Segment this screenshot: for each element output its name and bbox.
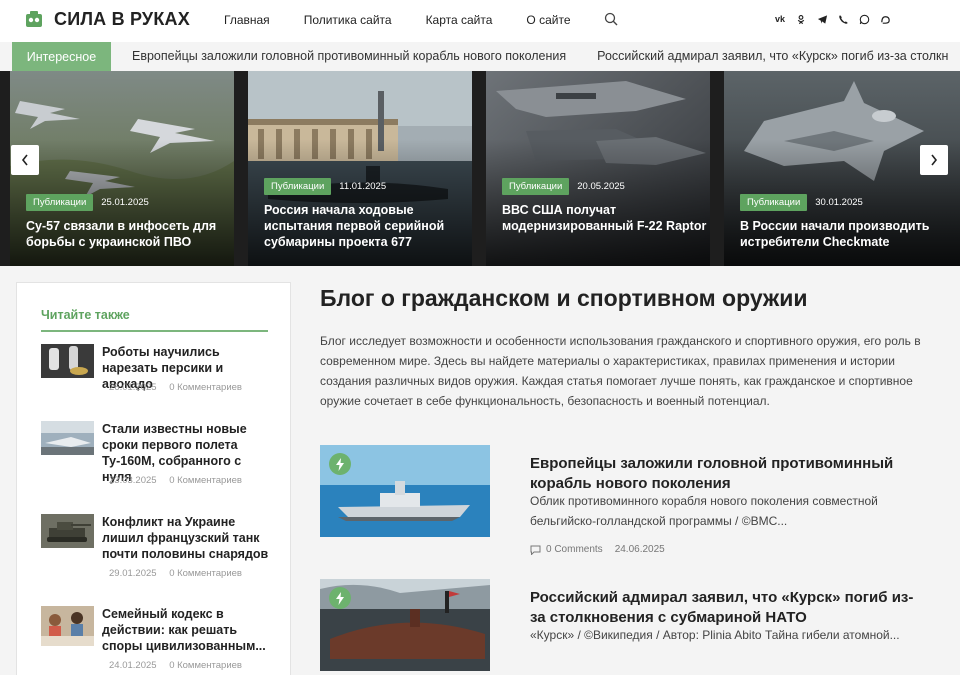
sidebar-divider bbox=[41, 330, 268, 332]
odnoklassniki-icon[interactable] bbox=[795, 13, 807, 25]
slide-meta: Публикации 20.05.2025 bbox=[502, 178, 625, 195]
slide-date: 20.05.2025 bbox=[577, 181, 625, 192]
post-meta: 0 Comments 24.06.2025 bbox=[530, 544, 665, 555]
thumb-robot bbox=[41, 344, 94, 378]
ticker-item[interactable]: Европейцы заложили головной противоминны… bbox=[132, 49, 566, 63]
side-item-meta: 26.01.2025 0 Комментариев bbox=[109, 382, 252, 393]
slide-title[interactable]: В России начали производить истребители … bbox=[740, 218, 945, 250]
side-item-date: 26.01.2025 bbox=[109, 382, 157, 393]
side-item-meta: 24.01.2025 0 Комментариев bbox=[109, 660, 252, 671]
nav-sitemap[interactable]: Карта сайта bbox=[426, 13, 493, 27]
side-item-comments[interactable]: 0 Комментариев bbox=[169, 382, 242, 393]
post-title[interactable]: Российский адмирал заявил, что «Курск» п… bbox=[530, 588, 920, 628]
thumb-family bbox=[41, 606, 94, 646]
thumb-hangar bbox=[41, 421, 94, 455]
post-card[interactable]: Российский адмирал заявил, что «Курск» п… bbox=[320, 579, 950, 675]
chevron-right-icon bbox=[931, 154, 938, 166]
category-badge[interactable]: Публикации bbox=[502, 178, 570, 195]
site-logo[interactable]: СИЛА В РУКАХ bbox=[24, 9, 190, 30]
post-comments-count: 0 Comments bbox=[546, 544, 603, 555]
slide-title[interactable]: ВВС США получат модернизированный F-22 R… bbox=[502, 202, 707, 234]
side-item-comments[interactable]: 0 Комментариев bbox=[169, 568, 242, 579]
post-title[interactable]: Европейцы заложили головной противоминны… bbox=[530, 454, 920, 494]
side-item-date: 24.01.2025 bbox=[109, 660, 157, 671]
post-date: 24.06.2025 bbox=[614, 544, 665, 555]
shield-logo-icon bbox=[26, 10, 42, 27]
max-icon[interactable] bbox=[879, 13, 891, 25]
slider-next-button[interactable] bbox=[920, 145, 948, 175]
slide-title[interactable]: Россия начала ходовые испытания первой с… bbox=[264, 202, 469, 250]
page-title: Блог о гражданском и спортивном оружии bbox=[320, 285, 808, 311]
main-nav: Главная Политика сайта Карта сайта О сай… bbox=[224, 13, 605, 27]
side-item-title[interactable]: Семейный кодекс в действии: как решать с… bbox=[102, 606, 272, 654]
slide-date: 11.01.2025 bbox=[339, 181, 387, 192]
social-links: vk bbox=[774, 13, 900, 25]
category-badge[interactable]: Публикации bbox=[26, 194, 94, 211]
site-header: СИЛА В РУКАХ Главная Политика сайта Карт… bbox=[0, 0, 960, 42]
slide-date: 25.01.2025 bbox=[101, 197, 149, 208]
slide-meta: Публикации 11.01.2025 bbox=[264, 178, 386, 195]
nav-about[interactable]: О сайте bbox=[526, 13, 570, 27]
featured-slider: Публикации 25.01.2025 Су-57 связали в ин… bbox=[0, 71, 960, 266]
post-excerpt: «Курск» / ©Википедия / Автор: Plinia Abi… bbox=[530, 628, 900, 642]
ticker-label: Интересное bbox=[12, 42, 111, 71]
vk-icon[interactable]: vk bbox=[774, 13, 786, 25]
lightning-icon bbox=[329, 453, 351, 475]
sidebar-read-also: Читайте также Роботы научились нарезать … bbox=[16, 282, 291, 675]
category-badge[interactable]: Публикации bbox=[264, 178, 332, 195]
comment-icon bbox=[530, 545, 541, 555]
side-item-title[interactable]: Конфликт на Украине лишил французский та… bbox=[102, 514, 272, 562]
thumb-tank bbox=[41, 514, 94, 548]
side-item-date: 23.03.2025 bbox=[109, 475, 157, 486]
post-card[interactable]: Европейцы заложили головной противоминны… bbox=[320, 445, 950, 555]
nav-policy[interactable]: Политика сайта bbox=[304, 13, 392, 27]
slide-meta: Публикации 30.01.2025 bbox=[740, 194, 863, 211]
telegram-icon[interactable] bbox=[816, 13, 828, 25]
slide-date: 30.01.2025 bbox=[815, 197, 863, 208]
slider-prev-button[interactable] bbox=[11, 145, 39, 175]
ticker-track: Европейцы заложили головной противоминны… bbox=[132, 49, 960, 63]
chevron-left-icon bbox=[21, 154, 28, 166]
slide[interactable]: Публикации 11.01.2025 Россия начала ходо… bbox=[248, 71, 472, 266]
slide-meta: Публикации 25.01.2025 bbox=[26, 194, 149, 211]
category-badge[interactable]: Публикации bbox=[740, 194, 808, 211]
nav-home[interactable]: Главная bbox=[224, 13, 270, 27]
side-item-comments[interactable]: 0 Комментариев bbox=[169, 660, 242, 671]
sidebar-title: Читайте также bbox=[41, 308, 130, 322]
whatsapp-icon[interactable] bbox=[858, 13, 870, 25]
lightning-icon bbox=[329, 587, 351, 609]
slide[interactable]: Публикации 25.01.2025 Су-57 связали в ин… bbox=[10, 71, 234, 266]
ticker-item[interactable]: Российский адмирал заявил, что «Курск» п… bbox=[597, 49, 948, 63]
side-item-meta: 29.01.2025 0 Комментариев bbox=[109, 568, 252, 579]
search-icon[interactable] bbox=[604, 12, 618, 26]
post-comments[interactable]: 0 Comments bbox=[530, 544, 603, 555]
slide[interactable]: Публикации 20.05.2025 ВВС США получат мо… bbox=[486, 71, 710, 266]
side-item-meta: 23.03.2025 0 Комментариев bbox=[109, 475, 252, 486]
slide-title[interactable]: Су-57 связали в инфосеть для борьбы с ук… bbox=[26, 218, 231, 250]
post-excerpt: Облик противоминного корабля нового поко… bbox=[530, 494, 878, 528]
side-item-comments[interactable]: 0 Комментариев bbox=[169, 475, 242, 486]
post-image[interactable] bbox=[320, 579, 490, 671]
slide-shade bbox=[486, 71, 710, 266]
post-image[interactable] bbox=[320, 445, 490, 537]
side-item-date: 29.01.2025 bbox=[109, 568, 157, 579]
viber-icon[interactable] bbox=[837, 13, 849, 25]
page-description: Блог исследует возможности и особенности… bbox=[320, 334, 921, 408]
logo-text: СИЛА В РУКАХ bbox=[54, 9, 190, 29]
news-ticker: Интересное Европейцы заложили головной п… bbox=[0, 42, 960, 71]
